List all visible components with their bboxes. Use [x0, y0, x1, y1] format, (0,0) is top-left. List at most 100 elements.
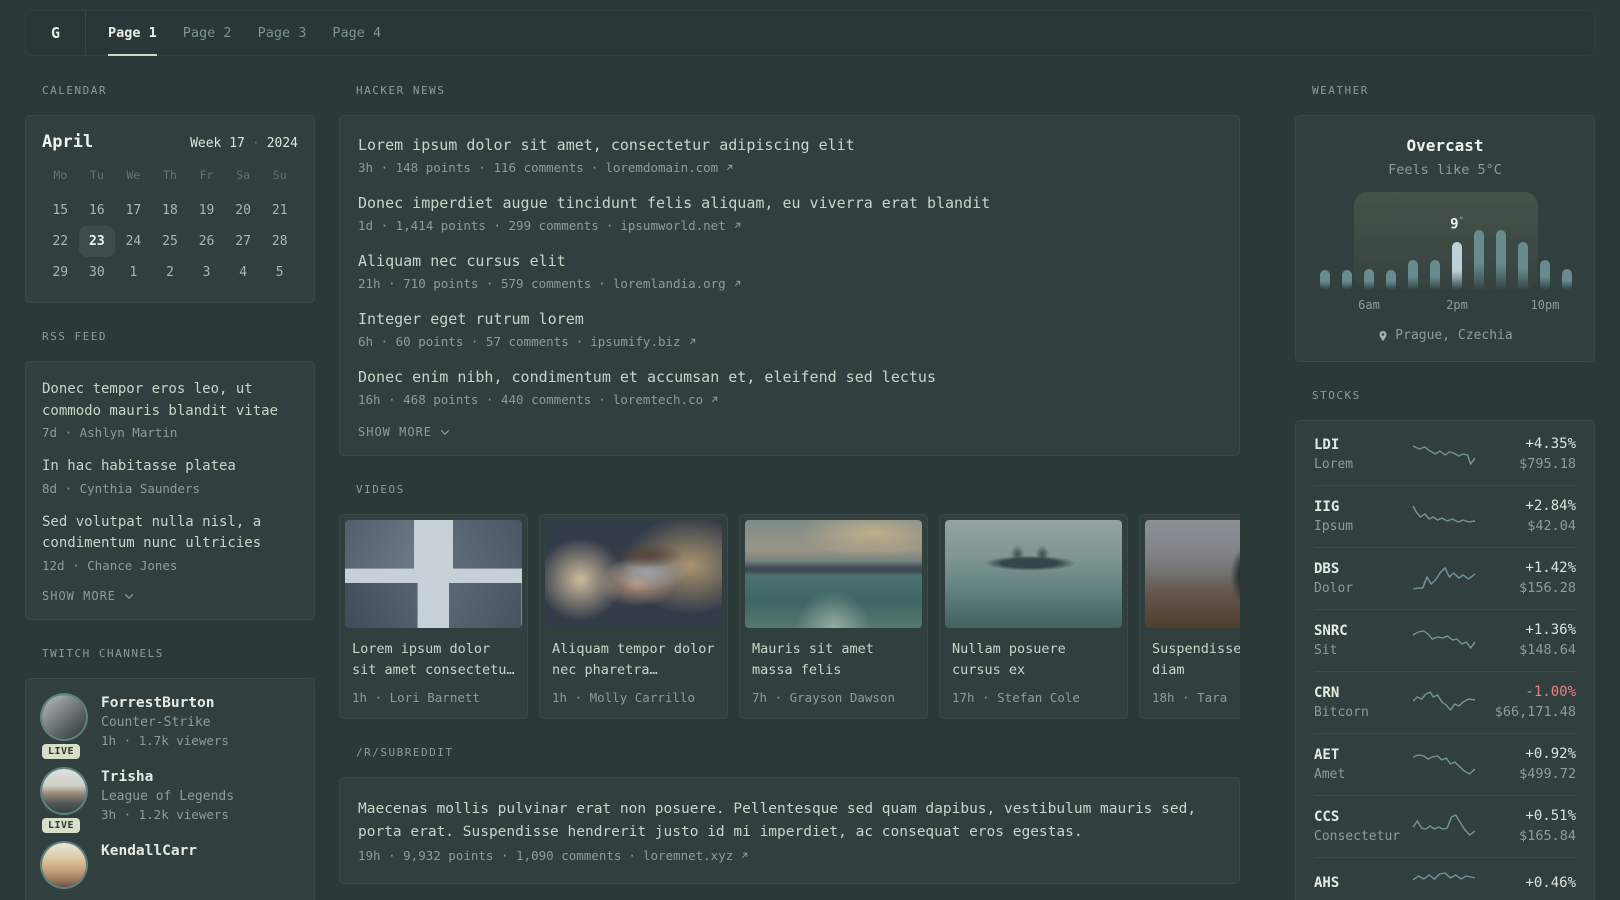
live-badge: LIVE: [42, 817, 81, 833]
hackernews-item[interactable]: Aliquam nec cursus elit 21h · 710 points …: [358, 251, 1221, 291]
stock-values: +0.46%: [1476, 875, 1576, 891]
calendar-week-number: Week 17: [190, 136, 245, 151]
dashboard-columns: CALENDAR April Week 17 · 2024 Mo Tu We Th Fr…: [25, 84, 1595, 900]
hackernews-item[interactable]: Lorem ipsum dolor sit amet, consectetur …: [358, 135, 1221, 175]
item-domain-link[interactable]: ipsumify.biz: [590, 334, 680, 349]
hackernews-item[interactable]: Integer eget rutrum lorem 6h · 60 points …: [358, 309, 1221, 349]
hackernews-item-meta: 3h · 148 points · 116 comments · loremdoma…: [358, 160, 1221, 175]
channel-game: League of Legends: [101, 788, 235, 804]
videos-row: Lorem ipsum dolor sit amet consectetu… 1h …: [339, 514, 1240, 719]
calendar-date[interactable]: 4: [225, 257, 262, 288]
video-card[interactable]: Suspendisse diam 18h · Tara: [1139, 514, 1240, 719]
video-card[interactable]: Lorem ipsum dolor sit amet consectetu… 1h …: [339, 514, 528, 719]
external-link-icon: [689, 338, 695, 345]
chevron-down-icon: [440, 430, 450, 436]
stock-change: -1.00%: [1525, 684, 1576, 700]
calendar-date[interactable]: 23: [78, 226, 116, 257]
stock-identity: IIG Ipsum: [1314, 499, 1412, 534]
rss-show-more-label: SHOW MORE: [42, 588, 117, 603]
calendar-date[interactable]: 29: [42, 257, 79, 288]
stocks-section: STOCKS LDI Lorem +4.35% $795.18 IIG Ipsum +2.8…: [1295, 389, 1595, 900]
item-domain-link[interactable]: loremnet.xyz: [643, 848, 733, 863]
calendar-date[interactable]: 26: [188, 226, 225, 257]
calendar-date[interactable]: 28: [261, 226, 298, 257]
hackernews-item[interactable]: Donec enim nibh, condimentum et accumsan…: [358, 367, 1221, 407]
stock-values: +2.84% $42.04: [1476, 498, 1576, 534]
stock-ticker: DBS: [1314, 560, 1340, 577]
calendar-date[interactable]: 1: [115, 257, 152, 288]
twitch-channel-row[interactable]: KendallCarr: [42, 842, 298, 887]
item-domain-link[interactable]: loremdomain.com: [605, 160, 718, 175]
stock-identity: LDI Lorem: [1314, 437, 1412, 472]
calendar-separator: ·: [251, 136, 260, 151]
rss-item[interactable]: In hac habitasse platea 8d · Cynthia Saun…: [42, 456, 298, 496]
video-card[interactable]: Aliquam tempor dolor nec pharetra… 1h · Mo…: [539, 514, 728, 719]
calendar-date[interactable]: 5: [261, 257, 298, 288]
stock-ticker: CCS: [1314, 808, 1340, 825]
subreddit-section-title: /R/SUBREDDIT: [356, 746, 454, 759]
rss-section-title: RSS FEED: [42, 330, 107, 343]
hackernews-section-title: HACKER NEWS: [356, 84, 446, 97]
video-card[interactable]: Mauris sit amet massa felis 7h · Grayson D…: [739, 514, 928, 719]
external-link-icon: [734, 222, 740, 229]
calendar-date[interactable]: 18: [152, 195, 189, 226]
stock-row[interactable]: LDI Lorem +4.35% $795.18: [1314, 424, 1576, 486]
video-title: Aliquam tempor dolor nec pharetra…: [552, 639, 715, 681]
calendar-date[interactable]: 3: [188, 257, 225, 288]
calendar-date[interactable]: 27: [225, 226, 262, 257]
nav-tab-page-1[interactable]: Page 1: [95, 11, 170, 56]
calendar-date[interactable]: 24: [115, 226, 152, 257]
calendar-date[interactable]: 16: [79, 195, 116, 226]
stock-identity: SNRC Sit: [1314, 623, 1412, 658]
location-pin-icon: [1379, 330, 1387, 341]
calendar-date[interactable]: 20: [225, 195, 262, 226]
calendar-date[interactable]: 21: [261, 195, 298, 226]
calendar-date[interactable]: 22: [42, 226, 79, 257]
hackernews-item-title: Aliquam nec cursus elit: [358, 252, 566, 270]
stock-row[interactable]: CRN Bitcorn -1.00% $66,171.48: [1314, 672, 1576, 734]
video-card[interactable]: Nullam posuere cursus ex 17h · Stefan Cole: [939, 514, 1128, 719]
twitch-channel-row[interactable]: LIVE Trisha League of Legends 3h · 1.2k vie…: [42, 768, 298, 833]
subreddit-post[interactable]: Maecenas mollis pulvinar erat non posuer…: [358, 798, 1221, 863]
calendar-date[interactable]: 19: [188, 195, 225, 226]
rss-card: Donec tempor eros leo, ut commodo mauris…: [25, 361, 315, 620]
calendar-day-header: We: [126, 168, 141, 182]
stock-identity: AET Amet: [1314, 747, 1412, 782]
hackernews-item[interactable]: Donec imperdiet augue tincidunt felis al…: [358, 193, 1221, 233]
stock-row[interactable]: IIG Ipsum +2.84% $42.04: [1314, 486, 1576, 548]
nav-tab-page-3[interactable]: Page 3: [245, 11, 320, 55]
dashboard-page: G Page 1 Page 2 Page 3 Page 4 CALENDAR Apri…: [0, 0, 1620, 900]
calendar-date[interactable]: 25: [152, 226, 189, 257]
hackernews-show-more-button[interactable]: SHOW MORE: [358, 425, 1221, 439]
stock-name: Ipsum: [1314, 518, 1354, 534]
nav-tab-page-4[interactable]: Page 4: [319, 11, 394, 55]
stock-price: $165.84: [1519, 828, 1576, 844]
twitch-channel-row[interactable]: LIVE ForrestBurton Counter-Strike 1h · 1.7k…: [42, 694, 298, 759]
stock-price: $66,171.48: [1494, 704, 1576, 720]
calendar-date[interactable]: 30: [79, 257, 116, 288]
calendar-date[interactable]: 17: [115, 195, 152, 226]
calendar-header: April Week 17 · 2024: [42, 132, 298, 152]
item-meta-text: 3h · 148 points · 116 comments: [358, 160, 584, 175]
app-logo[interactable]: G: [26, 11, 86, 55]
item-domain-link[interactable]: loremtech.co: [613, 392, 703, 407]
rss-show-more-button[interactable]: SHOW MORE: [42, 589, 298, 603]
item-domain-link[interactable]: ipsumworld.net: [620, 218, 725, 233]
stock-row[interactable]: SNRC Sit +1.36% $148.64: [1314, 610, 1576, 672]
item-domain-link[interactable]: loremlandia.org: [613, 276, 726, 291]
stock-sparkline: [1412, 872, 1476, 881]
stock-row[interactable]: AHS +0.46%: [1314, 858, 1576, 900]
rss-item[interactable]: Sed volutpat nulla nisl, a condimentum n…: [42, 512, 298, 573]
stock-row[interactable]: AET Amet +0.92% $499.72: [1314, 734, 1576, 796]
stock-row[interactable]: CCS Consectetur +0.51% $165.84: [1314, 796, 1576, 858]
rss-item[interactable]: Donec tempor eros leo, ut commodo mauris…: [42, 379, 298, 440]
calendar-date[interactable]: 2: [152, 257, 189, 288]
calendar-month: April: [42, 132, 94, 152]
rss-item-meta: 12d · Chance Jones: [42, 557, 178, 573]
calendar-date[interactable]: 15: [42, 195, 79, 226]
nav-tab-page-2[interactable]: Page 2: [170, 11, 245, 55]
stock-change: +2.84%: [1525, 498, 1576, 514]
weather-bar: [1540, 260, 1550, 290]
stock-values: -1.00% $66,171.48: [1476, 684, 1576, 720]
stock-row[interactable]: DBS Dolor +1.42% $156.28: [1314, 548, 1576, 610]
